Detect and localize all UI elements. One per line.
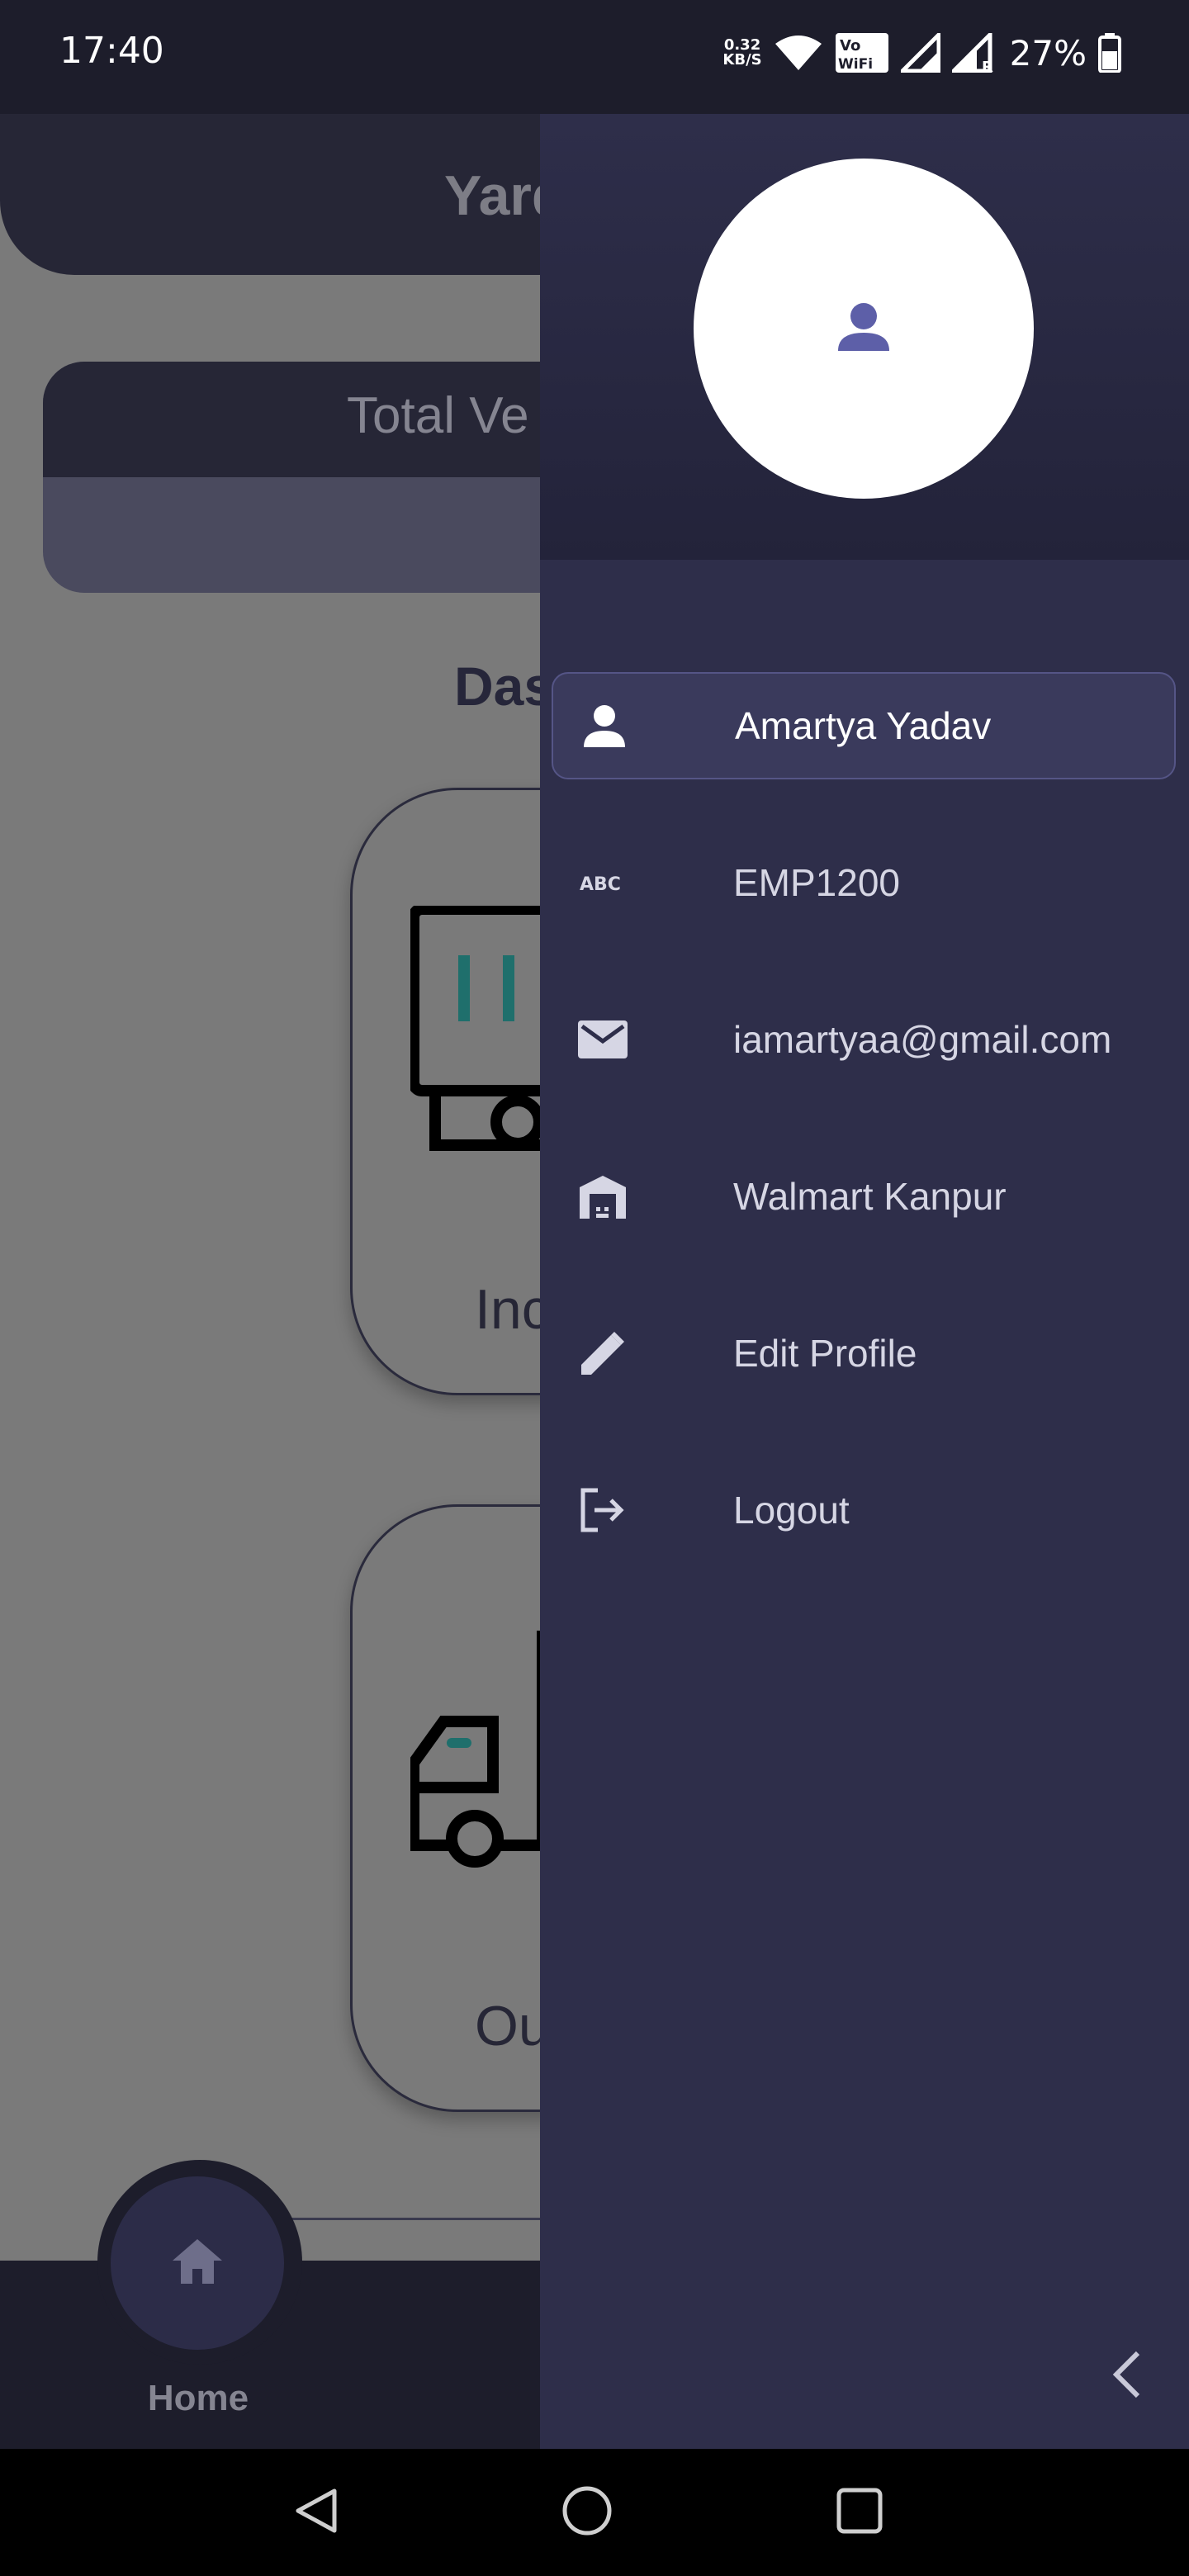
wifi-icon: [774, 34, 823, 72]
drawer-item-name[interactable]: Amartya Yadav: [552, 672, 1176, 779]
network-speed-unit: KB/S: [722, 51, 762, 69]
battery-icon: [1098, 33, 1121, 73]
system-home-button[interactable]: [557, 2482, 618, 2543]
abc-icon: ABC: [576, 856, 629, 909]
system-nav-bar: [0, 2449, 1189, 2576]
chevron-left-icon: [1110, 2350, 1143, 2403]
drawer-item-edit-profile[interactable]: Edit Profile: [552, 1300, 1176, 1407]
bottom-nav-home-label[interactable]: Home: [109, 2378, 287, 2419]
home-circle-icon: [561, 2485, 613, 2540]
drawer-item-location[interactable]: Walmart Kanpur: [552, 1143, 1176, 1250]
inbound-tile-label: Inc: [475, 1278, 550, 1341]
bottom-nav-home-button[interactable]: [111, 2176, 284, 2350]
total-vehicles-label: Total Ve: [347, 387, 529, 444]
profile-avatar[interactable]: [694, 159, 1034, 499]
recents-icon: [836, 2487, 883, 2539]
abc-icon-text: ABC: [580, 874, 621, 895]
system-recents-button[interactable]: [829, 2482, 890, 2543]
signal-roaming-icon: R: [951, 33, 995, 73]
drawer-item-label: Walmart Kanpur: [733, 1175, 1007, 1218]
roaming-badge: R: [982, 59, 993, 73]
vowifi-top-text: Vo: [840, 37, 860, 54]
system-back-button[interactable]: [286, 2482, 347, 2543]
outbound-tile-label: Ou: [475, 1995, 550, 2057]
drawer-item-label: Logout: [733, 1489, 850, 1532]
drawer-item-logout[interactable]: Logout: [552, 1456, 1176, 1564]
vowifi-bottom-text: WiFi: [838, 56, 873, 73]
home-icon: [171, 2237, 224, 2290]
mail-icon: [576, 1013, 629, 1066]
drawer-item-employee-id[interactable]: ABC EMP1200: [552, 829, 1176, 936]
user-avatar-icon: [836, 301, 891, 357]
battery-percent: 27%: [1009, 32, 1087, 73]
person-icon: [578, 699, 631, 752]
status-icons: 0.32 KB/S Vo WiFi R 27%: [722, 26, 1121, 79]
edit-icon: [576, 1327, 629, 1380]
logout-icon: [576, 1484, 629, 1537]
warehouse-icon: [576, 1170, 629, 1223]
drawer-collapse-button[interactable]: [1093, 2343, 1159, 2409]
status-bar: 17:40 0.32 KB/S Vo WiFi R 27%: [0, 0, 1189, 114]
drawer-header: [540, 114, 1189, 560]
drawer-item-label: Edit Profile: [733, 1332, 917, 1375]
drawer-item-label: Amartya Yadav: [735, 704, 992, 747]
network-speed: 0.32 KB/S: [722, 38, 761, 68]
drawer-item-label: EMP1200: [733, 861, 901, 904]
dashboard-title: Das: [454, 656, 555, 717]
navigation-drawer: Amartya Yadav ABC EMP1200 iamartyaa@gmai…: [540, 114, 1189, 2449]
back-icon: [291, 2486, 341, 2540]
status-time: 17:40: [59, 30, 164, 72]
vowifi-icon: Vo WiFi: [835, 32, 889, 73]
drawer-item-email[interactable]: iamartyaa@gmail.com: [552, 986, 1176, 1093]
drawer-item-label: iamartyaa@gmail.com: [733, 1018, 1112, 1061]
signal-icon: [900, 33, 940, 73]
